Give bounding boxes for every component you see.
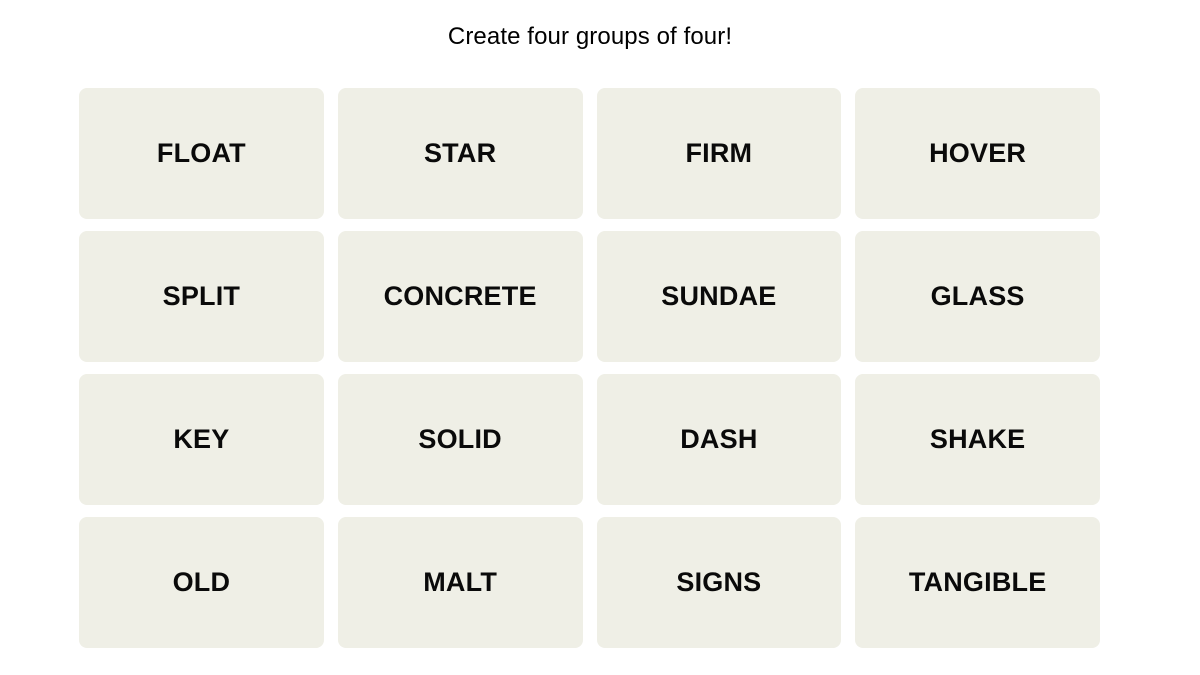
word-tile-tangible[interactable]: TANGIBLE [855,517,1100,648]
word-tile-label: GLASS [930,281,1025,311]
word-tile-concrete[interactable]: CONCRETE [337,231,583,362]
word-tile-split[interactable]: SPLIT [79,231,324,362]
word-tile-old[interactable]: OLD [79,517,324,648]
word-tile-firm[interactable]: FIRM [596,88,842,219]
word-tile-key[interactable]: KEY [79,374,324,505]
word-tile-label: SHAKE [929,424,1026,454]
word-tile-label: SOLID [418,424,502,454]
word-tile-solid[interactable]: SOLID [337,374,583,505]
word-tile-label: DASH [680,424,758,454]
word-tile-malt[interactable]: MALT [337,517,583,648]
word-tile-label: SPLIT [162,281,241,311]
word-tile-glass[interactable]: GLASS [855,231,1100,362]
word-tile-sundae[interactable]: SUNDAE [596,231,842,362]
word-tile-shake[interactable]: SHAKE [855,374,1100,505]
word-tile-label: SIGNS [676,567,762,597]
word-tile-label: KEY [173,424,230,454]
word-tile-label: FIRM [685,138,753,168]
word-tile-label: OLD [172,567,231,597]
word-tile-star[interactable]: STAR [337,88,583,219]
word-tile-label: HOVER [929,138,1027,168]
word-tile-float[interactable]: FLOAT [79,88,324,219]
word-tile-label: TANGIBLE [908,567,1047,597]
word-tile-signs[interactable]: SIGNS [596,517,842,648]
word-tile-label: SUNDAE [661,281,777,311]
word-tile-hover[interactable]: HOVER [855,88,1100,219]
word-tile-label: CONCRETE [383,281,537,311]
word-tile-label: STAR [423,138,497,168]
word-tile-dash[interactable]: DASH [596,374,842,505]
page-title: Create four groups of four! [447,23,733,50]
word-tile-label: MALT [423,567,498,597]
word-grid: FLOAT STAR FIRM HOVER SPLIT CONCRETE SUN… [79,88,1100,648]
word-tile-label: FLOAT [156,138,246,168]
puzzle-app: Create four groups of four! FLOAT STAR F… [0,0,1200,675]
